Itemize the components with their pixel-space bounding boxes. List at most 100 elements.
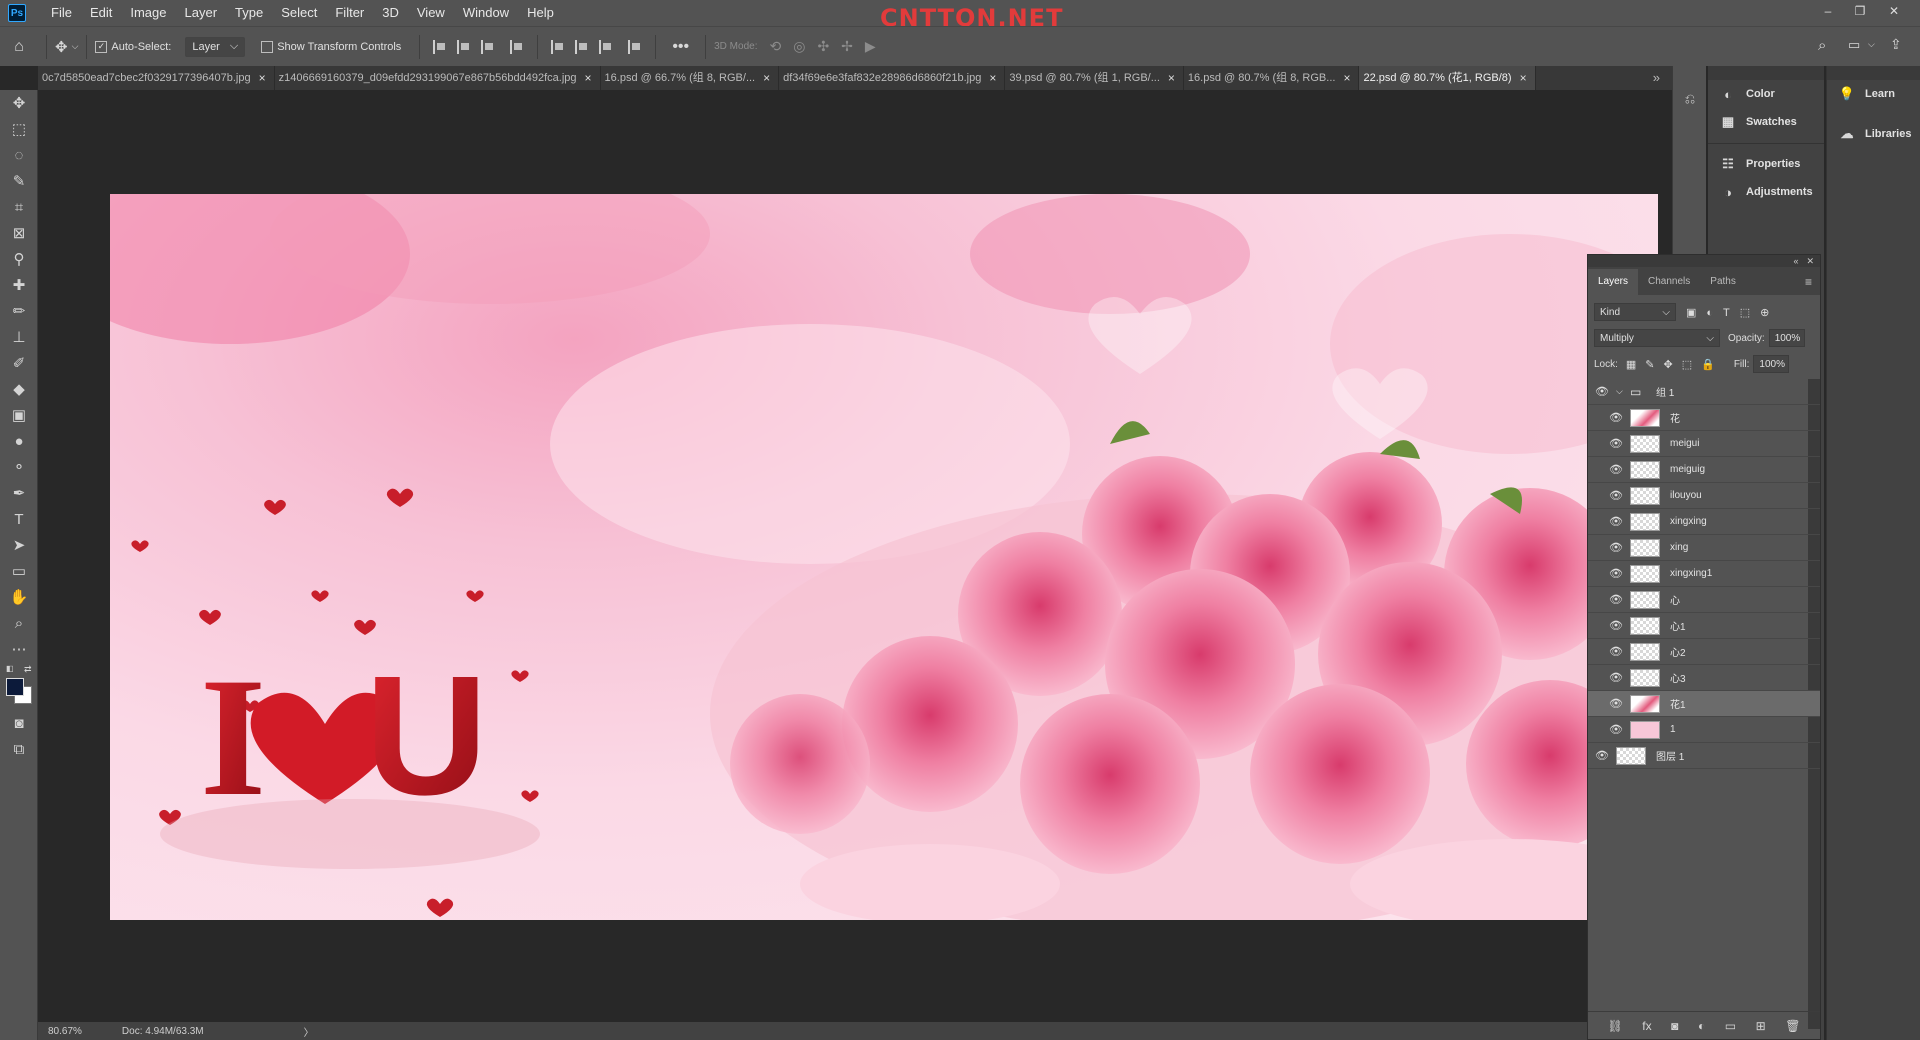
visibility-eye-icon[interactable]: 👁 (1602, 463, 1630, 476)
share-icon[interactable]: ⇪ (1890, 36, 1902, 53)
layer-row[interactable]: 👁 心1 (1588, 613, 1820, 639)
3d-slide-icon[interactable]: ✢ (841, 38, 853, 55)
move-tool-icon[interactable]: ✥ (0, 90, 38, 116)
quick-mask-icon[interactable]: ◙ (0, 710, 38, 736)
3d-orbit-icon[interactable]: ⟲ (769, 38, 781, 55)
visibility-eye-icon[interactable]: 👁 (1602, 645, 1630, 658)
menu-layer[interactable]: Layer (176, 0, 227, 26)
default-colors-icon[interactable]: ◧ (6, 664, 14, 673)
opacity-input[interactable]: 100% (1768, 329, 1805, 347)
crop-tool-icon[interactable]: ⌗ (0, 194, 38, 220)
healing-brush-tool-icon[interactable]: ✚ (0, 272, 38, 298)
close-icon[interactable]: × (1520, 66, 1527, 90)
layer-row[interactable]: 👁 xingxing1 (1588, 561, 1820, 587)
learn-panel-button[interactable]: 💡 Learn (1827, 80, 1920, 108)
filter-type-icons[interactable]: ▣◐T⬚⊕ (1686, 306, 1779, 319)
auto-select-checkbox[interactable]: ✓ (95, 40, 108, 53)
visibility-eye-icon[interactable]: 👁 (1602, 411, 1630, 424)
lock-icons[interactable]: ▦✎✥⬚🔒 (1626, 358, 1724, 371)
lasso-tool-icon[interactable]: ◌ (0, 142, 38, 168)
tab-document-1[interactable]: 0c7d5850ead7cbec2f0329177396407b.jpg × (38, 66, 275, 90)
more-options-icon[interactable]: ••• (672, 38, 689, 56)
new-group-icon[interactable]: ▭ (1725, 1019, 1736, 1033)
distribute-horizontal-icon[interactable] (628, 39, 642, 54)
layer-style-icon[interactable]: fx (1642, 1019, 1651, 1033)
history-panel-icon[interactable]: ⎌ (1673, 84, 1707, 114)
chevron-down-icon[interactable]: ⌵ (72, 41, 79, 52)
3d-pan-icon[interactable]: ✣ (817, 38, 829, 55)
quick-selection-tool-icon[interactable]: ✎ (0, 168, 38, 194)
visibility-eye-icon[interactable]: 👁 (1602, 593, 1630, 606)
document-canvas[interactable]: I U (110, 194, 1658, 920)
tab-document-5[interactable]: 39.psd @ 80.7% (组 1, RGB/... × (1005, 66, 1184, 90)
menu-3d[interactable]: 3D (373, 0, 408, 26)
close-button[interactable]: ✕ (1880, 0, 1908, 22)
eyedropper-tool-icon[interactable]: ⚲ (0, 246, 38, 272)
visibility-eye-icon[interactable]: 👁 (1588, 385, 1616, 398)
type-tool-icon[interactable]: T (0, 506, 38, 532)
layer-row[interactable]: 👁 xingxing (1588, 509, 1820, 535)
zoom-tool-icon[interactable]: ⌕ (0, 610, 38, 636)
collapse-panel-icon[interactable]: « (1793, 256, 1798, 266)
libraries-panel-button[interactable]: ☁ Libraries (1827, 120, 1920, 148)
layer-row[interactable]: 👁 心3 (1588, 665, 1820, 691)
menu-image[interactable]: Image (121, 0, 175, 26)
auto-select-target-dropdown[interactable]: Layer ⌵ (185, 36, 246, 57)
layer-row[interactable]: 👁 meiguig (1588, 457, 1820, 483)
add-mask-icon[interactable]: ◙ (1671, 1019, 1678, 1033)
align-top-icon[interactable] (551, 39, 565, 54)
3d-camera-icon[interactable]: ▶ (865, 38, 876, 55)
menu-file[interactable]: File (42, 0, 81, 26)
tab-document-active[interactable]: 22.psd @ 80.7% (花1, RGB/8) × (1359, 66, 1536, 90)
tab-document-3[interactable]: 16.psd @ 66.7% (组 8, RGB/... × (601, 66, 780, 90)
properties-panel-button[interactable]: ☷ Properties (1708, 150, 1824, 178)
clone-stamp-tool-icon[interactable]: ⊥ (0, 324, 38, 350)
layer-group[interactable]: 👁 ⌵ ▭ 组 1 (1588, 379, 1820, 405)
rectangle-tool-icon[interactable]: ▭ (0, 558, 38, 584)
filter-kind-dropdown[interactable]: Kind ⌵ (1594, 303, 1676, 321)
status-menu-arrow-icon[interactable]: 〉 (304, 1024, 314, 1039)
close-icon[interactable]: × (1168, 66, 1175, 90)
hand-tool-icon[interactable]: ✋ (0, 584, 38, 610)
visibility-eye-icon[interactable]: 👁 (1602, 567, 1630, 580)
restore-button[interactable]: ❐ (1846, 0, 1874, 22)
close-icon[interactable]: × (763, 66, 770, 90)
tab-channels[interactable]: Channels (1638, 269, 1700, 295)
visibility-eye-icon[interactable]: 👁 (1602, 671, 1630, 684)
align-bottom-icon[interactable] (599, 39, 613, 54)
3d-roll-icon[interactable]: ◎ (793, 38, 805, 55)
tab-document-4[interactable]: df34f69e6e3faf832e28986d6860f21b.jpg × (779, 66, 1006, 90)
menu-help[interactable]: Help (518, 0, 563, 26)
layer-row[interactable]: 👁 心2 (1588, 639, 1820, 665)
visibility-eye-icon[interactable]: 👁 (1602, 723, 1630, 736)
layer-row[interactable]: 👁 meigui (1588, 431, 1820, 457)
gradient-tool-icon[interactable]: ▣ (0, 402, 38, 428)
foreground-color-swatch[interactable] (6, 678, 24, 696)
menu-type[interactable]: Type (226, 0, 272, 26)
path-selection-tool-icon[interactable]: ➤ (0, 532, 38, 558)
edit-toolbar-icon[interactable]: ⋯ (0, 636, 38, 662)
layer-row[interactable]: 👁 ilouyou (1588, 483, 1820, 509)
photoshop-logo-icon[interactable]: Ps (8, 4, 26, 22)
tab-document-6[interactable]: 16.psd @ 80.7% (组 8, RGB... × (1184, 66, 1360, 90)
layer-row-background[interactable]: 👁 图层 1 (1588, 743, 1820, 769)
minimize-button[interactable]: – (1814, 0, 1842, 22)
visibility-eye-icon[interactable]: 👁 (1602, 489, 1630, 502)
tab-document-2[interactable]: z1406669160379_d09efdd293199067e867b56bd… (275, 66, 601, 90)
chevron-down-icon[interactable]: ⌵ (1616, 386, 1630, 397)
align-center-icon[interactable] (457, 39, 471, 54)
fill-input[interactable]: 100% (1753, 355, 1790, 373)
move-tool-icon[interactable]: ✥ (55, 38, 68, 56)
visibility-eye-icon[interactable]: 👁 (1602, 515, 1630, 528)
visibility-eye-icon[interactable]: 👁 (1602, 541, 1630, 554)
visibility-eye-icon[interactable]: 👁 (1588, 749, 1616, 762)
blend-mode-dropdown[interactable]: Multiply ⌵ (1594, 329, 1720, 347)
close-icon[interactable]: × (989, 66, 996, 90)
frame-tool-icon[interactable]: ⊠ (0, 220, 38, 246)
swatches-panel-button[interactable]: ▦ Swatches (1708, 108, 1824, 136)
color-panel-button[interactable]: ◐ Color (1708, 80, 1824, 108)
home-icon[interactable]: ⌂ (0, 38, 38, 56)
menu-window[interactable]: Window (454, 0, 518, 26)
delete-layer-icon[interactable]: 🗑 (1785, 1019, 1800, 1033)
visibility-eye-icon[interactable]: 👁 (1602, 437, 1630, 450)
